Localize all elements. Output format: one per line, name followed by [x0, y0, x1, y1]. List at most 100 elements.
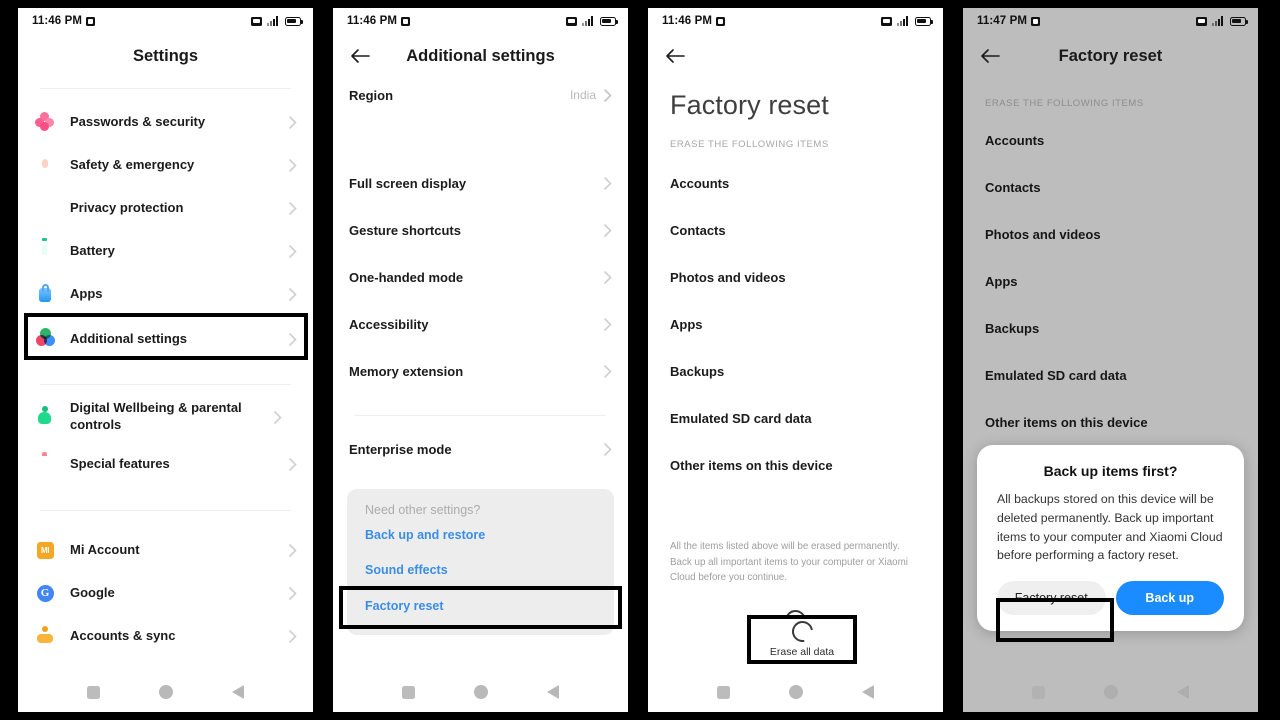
status-bar: 11:47 PM [963, 8, 1258, 34]
row-label: Full screen display [349, 176, 467, 191]
chevron-right-icon [604, 271, 614, 284]
backup-dialog: Back up items first? All backups stored … [977, 445, 1244, 632]
list-item[interactable]: Accounts [648, 160, 943, 207]
digital-wellbeing-icon [34, 406, 56, 428]
list-item[interactable]: Photos and videos [648, 254, 943, 301]
list-item[interactable]: Apps [648, 301, 943, 348]
sidebar-item-safety-emergency[interactable]: Safety & emergency [18, 144, 313, 187]
erase-all-data-wrap: Erase all data [648, 604, 943, 654]
row-accessibility[interactable]: Accessibility [333, 301, 628, 348]
privacy-protection-icon [34, 198, 56, 220]
recents-button[interactable] [717, 685, 731, 699]
row-label: Google [70, 585, 115, 601]
google-icon: G [34, 583, 56, 605]
link-sound-effects[interactable]: Sound effects [347, 552, 614, 587]
sidebar-item-mi-account[interactable]: MI Mi Account [18, 529, 313, 572]
recents-button[interactable] [1032, 685, 1046, 699]
page-title: Factory reset [1058, 46, 1163, 65]
row-gesture-shortcuts[interactable]: Gesture shortcuts [333, 207, 628, 254]
chevron-right-icon [604, 88, 614, 102]
sidebar-item-accounts-sync[interactable]: Accounts & sync [18, 615, 313, 658]
sidebar-item-privacy-protection[interactable]: Privacy protection [18, 187, 313, 230]
back-button[interactable] [546, 685, 559, 699]
home-button[interactable] [473, 685, 488, 699]
home-button[interactable] [158, 685, 173, 699]
page-title: Factory reset [670, 90, 829, 120]
battery-icon [600, 16, 618, 26]
factory-reset-button[interactable]: Factory reset [997, 581, 1106, 616]
status-icons [1196, 16, 1248, 26]
row-label: Memory extension [349, 364, 464, 379]
row-full-screen-display[interactable]: Full screen display [333, 160, 628, 207]
section-caption: ERASE THE FOLLOWING ITEMS [670, 139, 829, 150]
home-button[interactable] [788, 685, 803, 699]
row-label: Digital Wellbeing & parental controls [70, 400, 242, 432]
row-label: Special features [70, 456, 170, 472]
chevron-right-icon [289, 332, 299, 346]
link-back-up-and-restore[interactable]: Back up and restore [347, 517, 614, 552]
sim-icon [566, 16, 577, 26]
recents-button[interactable] [402, 685, 416, 699]
status-bar: 11:46 PM [648, 8, 943, 34]
list-item[interactable]: Emulated SD card data [648, 395, 943, 442]
additional-settings-icon [34, 328, 56, 350]
status-bar: 11:46 PM [333, 8, 628, 34]
dialog-title: Back up items first? [1043, 463, 1178, 479]
chevron-right-icon [289, 630, 299, 643]
home-button[interactable] [1103, 685, 1118, 699]
footnote: All the items listed above will be erase… [670, 541, 908, 584]
page-header: Settings [18, 34, 313, 78]
row-enterprise-mode[interactable]: Enterprise mode [333, 426, 628, 473]
status-bar: 11:46 PM [18, 8, 313, 34]
list-item: Photos and videos [985, 227, 1101, 242]
phone-panel-backup-dialog: 11:47 PM Factory reset ERASE THE FOLLOWI… [963, 8, 1258, 712]
sidebar-item-special-features[interactable]: Special features [18, 443, 313, 486]
row-region[interactable]: Region India [333, 78, 628, 112]
sidebar-item-passwords-security[interactable]: Passwords & security [18, 101, 313, 144]
row-label: Battery [70, 243, 115, 259]
list-item[interactable]: Contacts [648, 207, 943, 254]
chevron-right-icon [289, 458, 299, 471]
back-arrow-icon[interactable] [977, 43, 1003, 69]
recents-button[interactable] [87, 685, 101, 699]
back-button[interactable] [1176, 685, 1189, 699]
section-caption: ERASE THE FOLLOWING ITEMS [985, 98, 1144, 109]
back-button[interactable] [861, 685, 874, 699]
row-label: Enterprise mode [349, 442, 452, 457]
row-one-handed-mode[interactable]: One-handed mode [333, 254, 628, 301]
page-header [648, 34, 943, 78]
sim-icon [881, 16, 892, 26]
list-item[interactable]: Other items on this device [648, 442, 943, 489]
sim-icon [1196, 16, 1207, 26]
battery-icon [34, 241, 56, 263]
chevron-right-icon [604, 318, 614, 331]
back-button[interactable] [231, 685, 244, 699]
alarm-icon [401, 16, 411, 26]
erase-all-data-button[interactable]: Erase all data [749, 604, 841, 654]
sidebar-item-digital-wellbeing[interactable]: Digital Wellbeing & parental controls [18, 391, 313, 443]
passwords-security-icon [34, 111, 56, 134]
chevron-right-icon [289, 159, 299, 172]
navigation-bar [648, 672, 943, 712]
dialog-body: All backups stored on this device will b… [997, 492, 1223, 563]
chevron-right-icon [289, 587, 299, 600]
row-label: Accessibility [349, 317, 429, 332]
link-factory-reset[interactable]: Factory reset [347, 587, 614, 625]
sidebar-item-battery[interactable]: Battery [18, 230, 313, 273]
battery-icon [915, 16, 933, 26]
sidebar-item-google[interactable]: G Google [18, 572, 313, 615]
row-label: Privacy protection [70, 200, 184, 216]
signal-icon [1212, 16, 1225, 26]
list-item[interactable]: Backups [648, 348, 943, 395]
navigation-bar [963, 672, 1258, 712]
sidebar-item-additional-settings[interactable]: Additional settings [18, 316, 313, 362]
row-memory-extension[interactable]: Memory extension [333, 348, 628, 395]
chevron-right-icon [289, 544, 299, 557]
back-arrow-icon[interactable] [347, 43, 373, 69]
list-item: Apps [985, 274, 1018, 289]
sidebar-item-apps[interactable]: Apps [18, 273, 313, 316]
back-arrow-icon[interactable] [662, 43, 688, 69]
chevron-right-icon [289, 116, 299, 129]
page-header: Additional settings [333, 34, 628, 78]
back-up-button[interactable]: Back up [1115, 581, 1224, 616]
